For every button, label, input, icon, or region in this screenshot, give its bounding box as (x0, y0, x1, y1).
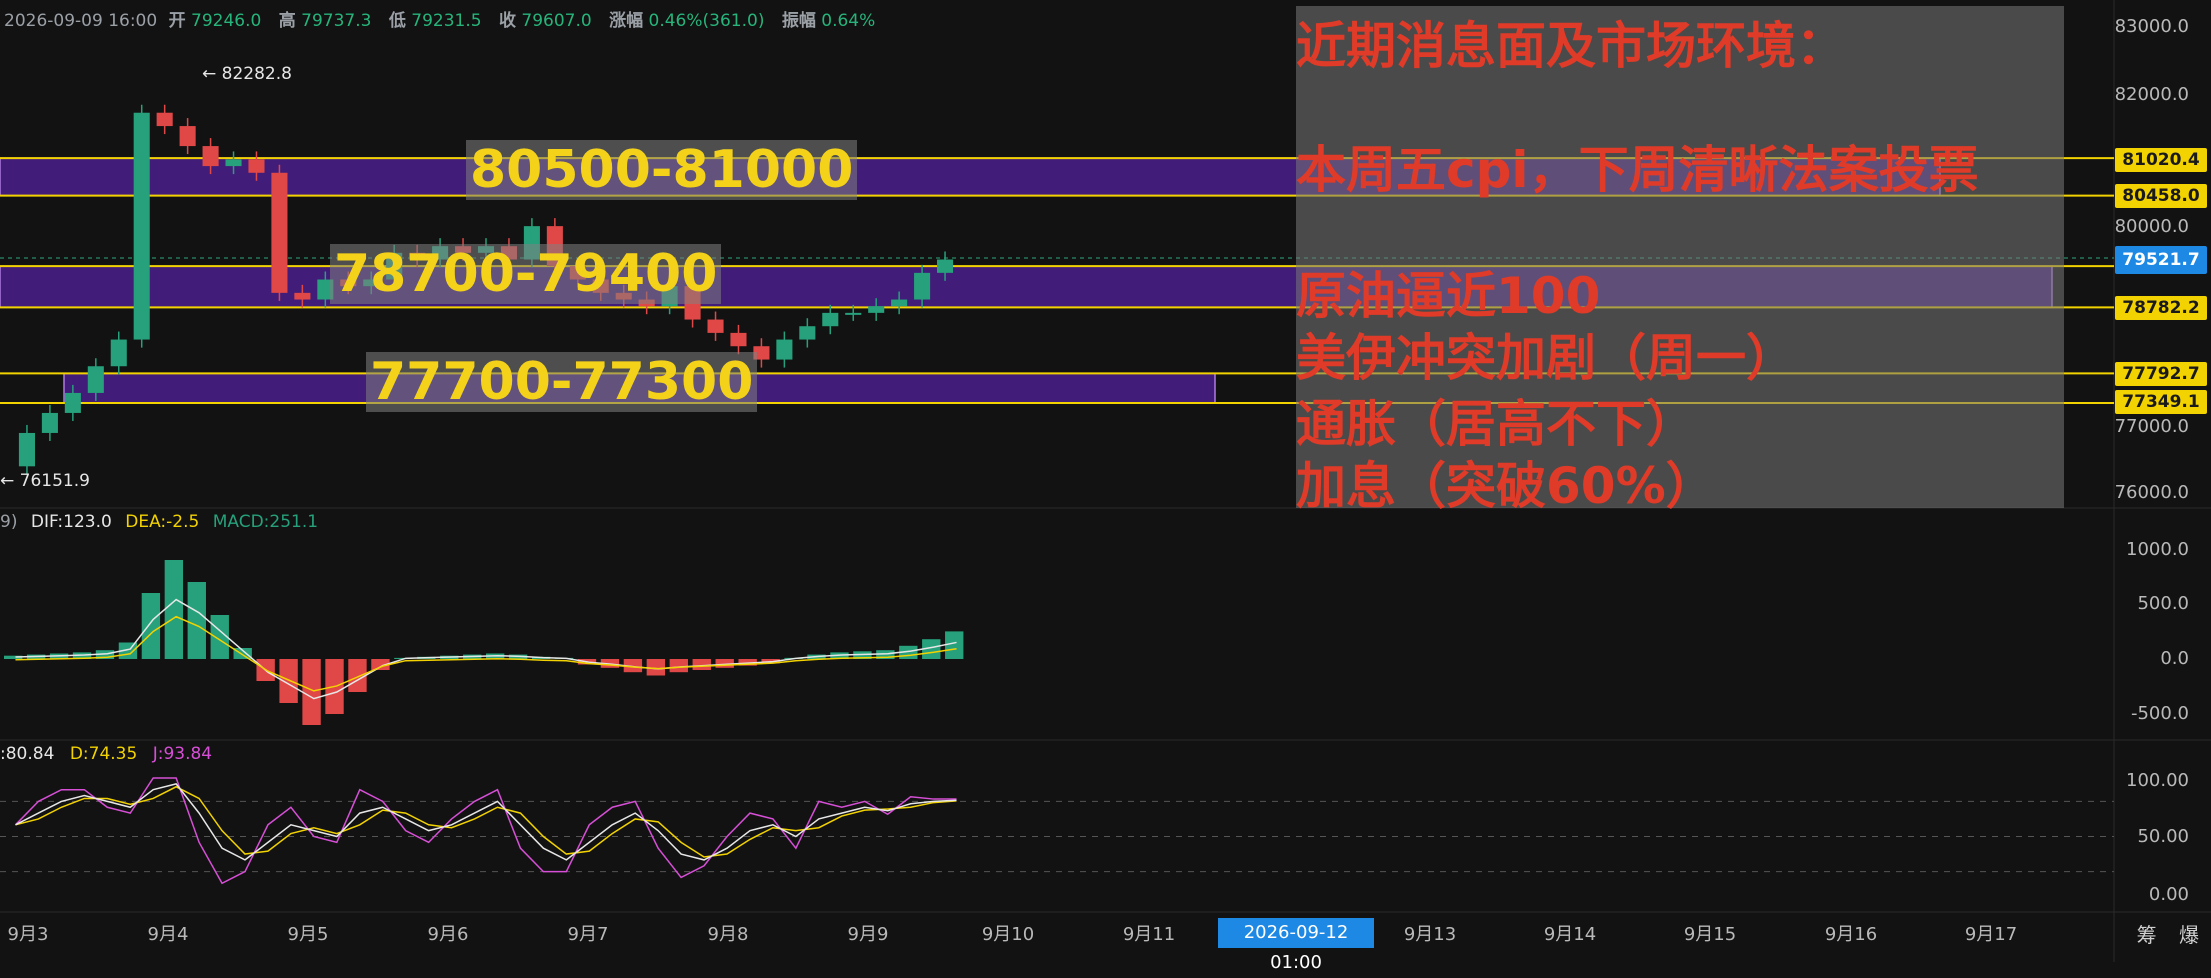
price-tag-zone1-top: 81020.4 (2115, 148, 2207, 172)
price-tag-zone3-bottom: 77349.1 (2115, 390, 2207, 414)
ohlc-infobar: 2026-09-09 16:00 开 79246.0 高 79737.3 低 7… (4, 6, 887, 31)
news-panel: 近期消息面及市场环境： 本周五cpi，下周清晰法案投票 原油逼近100 美伊冲突… (1296, 6, 2064, 515)
candle-body (18, 432, 35, 467)
news-item-3: 美伊冲突加剧（周一） (1296, 329, 1796, 387)
date-label: 9月5 (287, 924, 329, 945)
price-axis-label: 83000.0 (2114, 16, 2189, 37)
macd-axis-label: 0.0 (2160, 648, 2189, 669)
low-label: 低 79231.5 (388, 11, 482, 31)
price-axis-label: 80000.0 (2114, 216, 2189, 237)
macd-bar (669, 659, 688, 673)
candle-body (845, 312, 862, 315)
macd-bar (646, 659, 666, 676)
price-tag-zone1-bottom: 80458.0 (2115, 184, 2207, 208)
kdj-legend: :80.84 D:74.35 J:93.84 (0, 744, 213, 764)
news-item-1: 本周五cpi，下周清晰法案投票 (1296, 141, 1979, 199)
change-label: 涨幅 0.46%(361.0) (609, 11, 765, 31)
macd-axis-label: 1000.0 (2126, 539, 2189, 560)
price-tag-current: 79521.7 (2115, 246, 2207, 274)
bar-datetime: 2026-09-09 16:00 (4, 11, 158, 31)
price-axis-label: 77000.0 (2114, 416, 2189, 437)
kdj-j-line (14, 777, 957, 885)
kdj-axis-label: 0.00 (2148, 884, 2189, 905)
date-label: 9月7 (567, 924, 609, 945)
close-label: 收 79607.0 (498, 11, 592, 31)
candle-body (110, 339, 127, 367)
zone-label-1: 80500-81000 (466, 140, 858, 200)
kdj-axis-label: 50.00 (2137, 826, 2189, 847)
high-label: 高 79737.3 (278, 11, 372, 31)
macd-bar (348, 659, 367, 692)
date-label: 9月11 (1122, 924, 1176, 945)
zone-label-3: 77700-77300 (366, 352, 758, 412)
candle-body (730, 332, 747, 347)
date-label: 9月9 (847, 924, 889, 945)
candle-body (133, 112, 150, 340)
candle-body (179, 126, 196, 147)
candle-body (64, 392, 81, 413)
amplitude-label: 振幅 0.64% (781, 11, 876, 31)
price-axis-label: 82000.0 (2114, 84, 2189, 105)
candle-body (799, 326, 816, 340)
candle-body (41, 412, 58, 433)
candle-body (294, 292, 311, 300)
macd-bar (164, 560, 184, 659)
macd-bar (187, 582, 206, 659)
candle-body (914, 272, 931, 300)
date-label: 9月14 (1543, 924, 1597, 945)
news-title: 近期消息面及市场环境： (1296, 17, 1846, 75)
macd-bar (302, 659, 321, 725)
candle-body (225, 159, 242, 167)
candle-body (891, 299, 908, 307)
date-label: 9月17 (1964, 924, 2018, 945)
candle-body (822, 312, 839, 327)
open-label: 开 79246.0 (168, 11, 262, 31)
low-annotation: ← 76151.9 (0, 471, 90, 491)
candle-body (776, 339, 793, 360)
high-annotation: ← 82282.8 (202, 64, 292, 84)
candle-body (202, 146, 219, 167)
macd-axis-label: 500.0 (2137, 593, 2189, 614)
macd-legend: 9) DIF:123.0 DEA:-2.5 MACD:251.1 (0, 512, 319, 532)
price-axis-label: 76000.0 (2114, 482, 2189, 503)
date-label: 9月15 (1683, 924, 1737, 945)
date-label: 9月4 (147, 924, 189, 945)
candle-body (868, 306, 885, 313)
news-item-5: 加息（突破60%） (1296, 457, 1716, 515)
macd-bar (141, 593, 161, 659)
date-label: 9月16 (1824, 924, 1878, 945)
macd-bar (692, 659, 711, 670)
date-label: 9月8 (707, 924, 749, 945)
candle-body (87, 366, 104, 393)
candle-body (248, 159, 265, 173)
candle-body (271, 172, 288, 293)
date-label: 9月10 (981, 924, 1035, 945)
macd-axis-label: -500.0 (2130, 703, 2189, 724)
macd-bar (945, 631, 964, 659)
corner-text[interactable]: 筹 爆 (2137, 919, 2207, 948)
zone-label-2: 78700-79400 (330, 244, 722, 304)
date-label: 9月3 (7, 924, 49, 945)
kdj-axis-label: 100.00 (2126, 770, 2189, 791)
candle-body (707, 319, 724, 333)
date-label: 9月13 (1403, 924, 1457, 945)
candle-body (156, 112, 173, 127)
date-label: 9月6 (427, 924, 469, 945)
crosshair-date-label: 2026-09-12 01:00 (1218, 918, 1374, 973)
candle-body (937, 259, 954, 273)
price-tag-zone2-bottom: 78782.2 (2115, 296, 2207, 320)
price-tag-zone3-top: 77792.7 (2115, 362, 2207, 386)
